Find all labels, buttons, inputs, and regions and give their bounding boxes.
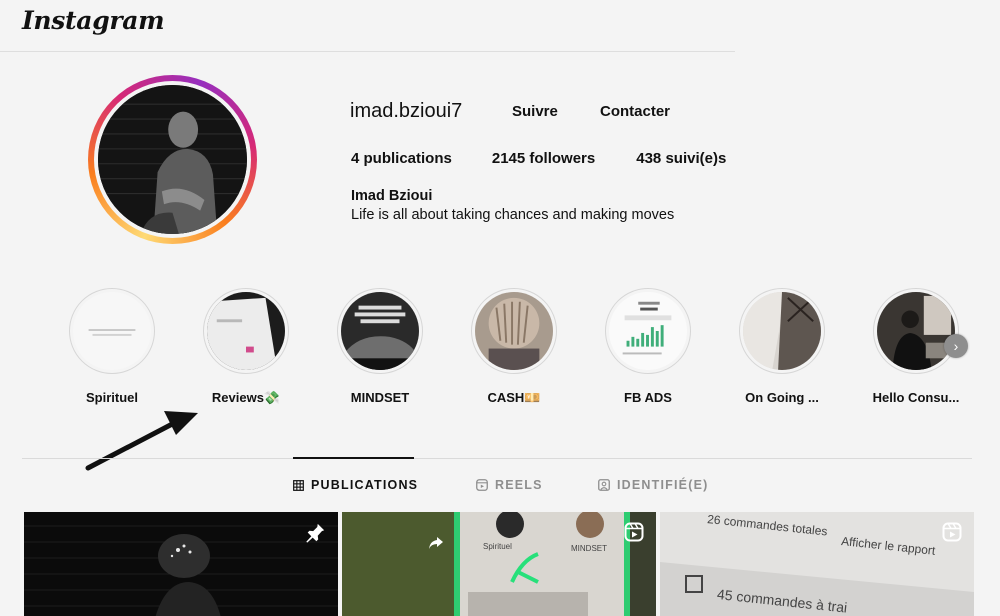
profile-username: imad.bzioui7 bbox=[350, 100, 463, 122]
highlight-cover bbox=[475, 292, 553, 370]
highlight-label: Spirituel bbox=[85, 390, 138, 405]
follow-button[interactable]: Suivre bbox=[512, 103, 558, 120]
post-image bbox=[342, 512, 656, 616]
profile-full-name: Imad Bzioui bbox=[351, 188, 433, 204]
highlight-label: Hello Consu... bbox=[872, 390, 960, 405]
share-arrow-icon bbox=[429, 537, 443, 549]
highlight-cover bbox=[207, 292, 285, 370]
instagram-logo[interactable]: Instagram bbox=[22, 6, 165, 35]
avatar-photo bbox=[98, 85, 247, 234]
highlight-cover bbox=[743, 292, 821, 370]
contact-button[interactable]: Contacter bbox=[600, 103, 670, 120]
highlight-on-going[interactable]: On Going ... bbox=[722, 288, 842, 405]
header-divider bbox=[0, 51, 735, 52]
reels-icon bbox=[476, 479, 488, 491]
active-tab-indicator bbox=[293, 457, 414, 459]
tabs-divider bbox=[22, 458, 972, 459]
post2-caption-1: Spirituel bbox=[483, 542, 512, 551]
tab-tagged[interactable]: IDENTIFIÉ(E) bbox=[598, 478, 708, 492]
tab-publications[interactable]: PUBLICATIONS bbox=[293, 478, 418, 492]
post-thumbnail-1[interactable] bbox=[24, 512, 338, 616]
profile-stats: 4 publications 2145 followers 438 suivi(… bbox=[351, 150, 766, 167]
highlight-cover bbox=[877, 292, 955, 370]
stat-followers[interactable]: 2145 followers bbox=[492, 150, 595, 167]
tab-tagged-label: IDENTIFIÉ(E) bbox=[617, 478, 709, 492]
profile-avatar[interactable] bbox=[98, 85, 247, 234]
highlight-cash[interactable]: CASH💴 bbox=[454, 288, 574, 406]
highlight-cover bbox=[609, 292, 687, 370]
tab-publications-label: PUBLICATIONS bbox=[311, 478, 419, 492]
highlight-cover bbox=[341, 292, 419, 370]
profile-bio: Life is all about taking chances and mak… bbox=[351, 207, 675, 223]
tagged-user-icon bbox=[598, 479, 610, 491]
highlight-label: On Going ... bbox=[745, 390, 819, 405]
highlight-label: CASH💴 bbox=[487, 390, 541, 405]
chevron-right-icon[interactable]: › bbox=[944, 334, 968, 358]
reel-icon bbox=[942, 522, 962, 542]
reel-icon bbox=[624, 522, 644, 542]
post2-caption-2: MINDSET bbox=[571, 544, 607, 553]
highlight-label: MINDSET bbox=[350, 390, 410, 405]
post-image bbox=[24, 512, 338, 616]
tab-reels-label: REELS bbox=[495, 478, 543, 492]
highlight-reviews[interactable]: Reviews💸 bbox=[186, 288, 306, 406]
profile-avatar-story-ring[interactable] bbox=[88, 75, 257, 244]
highlight-cover bbox=[73, 292, 151, 370]
stat-publications: 4 publications bbox=[351, 150, 452, 167]
post-thumbnail-3[interactable]: 26 commandes totales Afficher le rapport… bbox=[660, 512, 974, 616]
highlight-label: FB ADS bbox=[624, 390, 672, 405]
stat-following[interactable]: 438 suivi(e)s bbox=[636, 150, 726, 167]
annotation-arrow-icon bbox=[85, 411, 198, 471]
tab-reels[interactable]: REELS bbox=[476, 478, 543, 492]
post-thumbnail-2[interactable]: Spirituel MINDSET bbox=[342, 512, 656, 616]
highlight-fb-ads[interactable]: FB ADS bbox=[588, 288, 708, 405]
highlight-label: Reviews💸 bbox=[211, 390, 281, 405]
pin-icon bbox=[306, 523, 325, 543]
highlight-mindset[interactable]: MINDSET bbox=[320, 288, 440, 405]
grid-icon bbox=[293, 479, 304, 491]
highlight-spirituel[interactable]: Spirituel bbox=[52, 288, 172, 405]
